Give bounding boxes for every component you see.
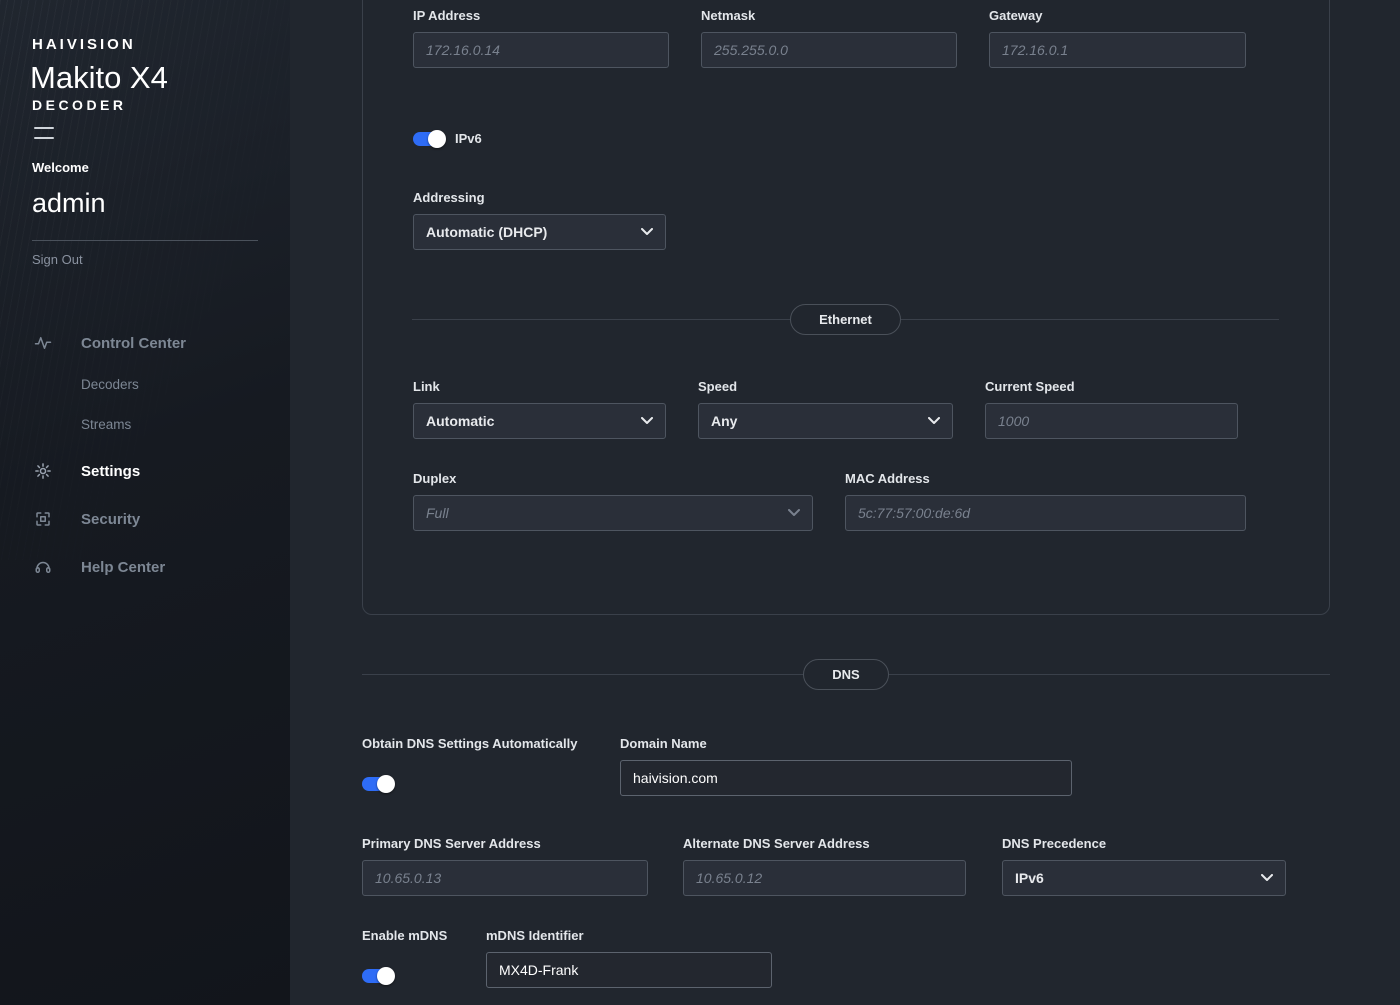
current-speed-field: Current Speed xyxy=(985,379,1238,439)
sidebar-item-settings[interactable]: Settings xyxy=(34,462,140,480)
enable-mdns-toggle[interactable] xyxy=(362,969,392,983)
domain-name-input[interactable] xyxy=(620,760,1072,796)
duplex-label: Duplex xyxy=(413,471,813,486)
gateway-field: Gateway xyxy=(989,8,1246,68)
mac-address-label: MAC Address xyxy=(845,471,1246,486)
chevron-down-icon xyxy=(1261,874,1273,882)
primary-dns-input[interactable] xyxy=(362,860,648,896)
ip-address-field: IP Address xyxy=(413,8,669,68)
mac-address-input[interactable] xyxy=(845,495,1246,531)
dns-section-pill: DNS xyxy=(803,659,888,690)
duplex-select[interactable]: Full xyxy=(413,495,813,531)
ipv6-row: IPv6 xyxy=(413,131,482,146)
addressing-label: Addressing xyxy=(413,190,666,205)
netmask-field: Netmask xyxy=(701,8,957,68)
sidebar-item-decoders[interactable]: Decoders xyxy=(81,377,139,392)
dns-section-divider: DNS xyxy=(362,659,1330,690)
product-name: Makito X4 xyxy=(30,60,168,96)
username: admin xyxy=(32,188,106,219)
chevron-down-icon xyxy=(788,509,800,517)
duplex-value: Full xyxy=(426,505,449,521)
haivision-logo: HAIVISION xyxy=(32,36,136,53)
primary-dns-label: Primary DNS Server Address xyxy=(362,836,648,851)
sidebar-item-label: Control Center xyxy=(81,335,186,352)
link-select[interactable]: Automatic xyxy=(413,403,666,439)
gateway-input[interactable] xyxy=(989,32,1246,68)
sidebar-item-streams[interactable]: Streams xyxy=(81,417,131,432)
link-value: Automatic xyxy=(426,413,494,429)
alternate-dns-field: Alternate DNS Server Address xyxy=(683,836,966,896)
dns-precedence-label: DNS Precedence xyxy=(1002,836,1286,851)
domain-name-label: Domain Name xyxy=(620,736,1072,751)
speed-label: Speed xyxy=(698,379,953,394)
ip-address-input[interactable] xyxy=(413,32,669,68)
product-subtitle: DECODER xyxy=(32,97,127,113)
sign-out-link[interactable]: Sign Out xyxy=(32,252,83,267)
sidebar-item-label: Help Center xyxy=(81,559,165,576)
sidebar-item-control-center[interactable]: Control Center xyxy=(34,334,186,352)
ipv6-label: IPv6 xyxy=(455,131,482,146)
chevron-down-icon xyxy=(928,417,940,425)
current-speed-label: Current Speed xyxy=(985,379,1238,394)
chevron-down-icon xyxy=(641,228,653,236)
sidebar-item-label: Security xyxy=(81,511,140,528)
speed-field: Speed Any xyxy=(698,379,953,439)
headset-icon xyxy=(34,558,52,576)
netmask-input[interactable] xyxy=(701,32,957,68)
netmask-label: Netmask xyxy=(701,8,957,23)
dns-precedence-value: IPv6 xyxy=(1015,870,1044,886)
domain-name-field: Domain Name xyxy=(620,736,1072,796)
obtain-dns-auto-toggle[interactable] xyxy=(362,777,392,791)
dns-precedence-field: DNS Precedence IPv6 xyxy=(1002,836,1286,896)
ipv6-toggle[interactable] xyxy=(413,132,443,146)
current-speed-input[interactable] xyxy=(985,403,1238,439)
ethernet-section-divider: Ethernet xyxy=(412,304,1279,335)
mdns-identifier-input[interactable] xyxy=(486,952,772,988)
sidebar-item-help-center[interactable]: Help Center xyxy=(34,558,165,576)
mdns-identifier-field: mDNS Identifier xyxy=(486,928,772,988)
enable-mdns-label: Enable mDNS xyxy=(362,928,447,943)
speed-value: Any xyxy=(711,413,737,429)
mac-address-field: MAC Address xyxy=(845,471,1246,531)
sidebar-divider xyxy=(32,240,258,241)
dns-precedence-select[interactable]: IPv6 xyxy=(1002,860,1286,896)
alternate-dns-input[interactable] xyxy=(683,860,966,896)
link-label: Link xyxy=(413,379,666,394)
addressing-value: Automatic (DHCP) xyxy=(426,224,547,240)
chevron-down-icon xyxy=(641,417,653,425)
frame-icon xyxy=(34,510,52,528)
hamburger-menu-icon[interactable] xyxy=(34,127,54,139)
ethernet-section-pill: Ethernet xyxy=(790,304,901,335)
speed-select[interactable]: Any xyxy=(698,403,953,439)
ip-address-label: IP Address xyxy=(413,8,669,23)
welcome-label: Welcome xyxy=(32,160,89,175)
sidebar-item-security[interactable]: Security xyxy=(34,510,140,528)
gear-icon xyxy=(34,462,52,480)
link-field: Link Automatic xyxy=(413,379,666,439)
addressing-field: Addressing Automatic (DHCP) xyxy=(413,190,666,250)
sidebar-item-label: Settings xyxy=(81,463,140,480)
mdns-identifier-label: mDNS Identifier xyxy=(486,928,772,943)
activity-icon xyxy=(34,334,52,352)
gateway-label: Gateway xyxy=(989,8,1246,23)
obtain-dns-auto-label: Obtain DNS Settings Automatically xyxy=(362,736,578,751)
addressing-select[interactable]: Automatic (DHCP) xyxy=(413,214,666,250)
primary-dns-field: Primary DNS Server Address xyxy=(362,836,648,896)
sidebar: HAIVISION Makito X4 DECODER Welcome admi… xyxy=(0,0,290,1005)
alternate-dns-label: Alternate DNS Server Address xyxy=(683,836,966,851)
duplex-field: Duplex Full xyxy=(413,471,813,531)
